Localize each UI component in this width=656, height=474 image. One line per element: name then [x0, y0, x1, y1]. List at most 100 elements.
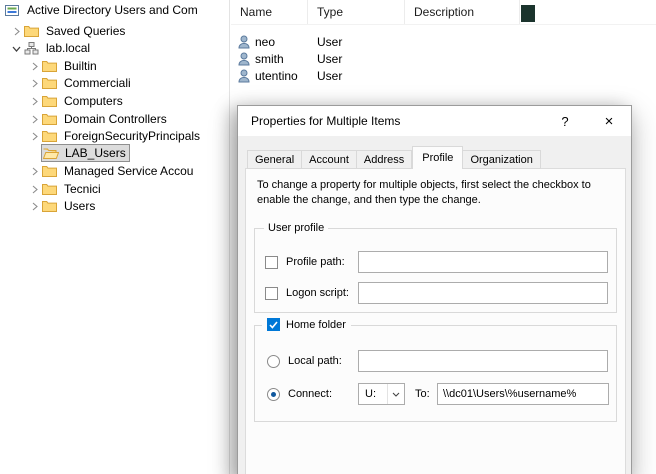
chevron-right-icon[interactable] — [26, 112, 42, 126]
open-folder-icon — [43, 146, 62, 160]
column-header-type[interactable]: Type — [308, 0, 405, 24]
user-profile-group-legend: User profile — [264, 222, 328, 235]
tab-profile[interactable]: Profile — [412, 146, 463, 169]
properties-dialog: Properties for Multiple Items ? × Genera… — [237, 105, 632, 474]
home-folder-label: Home folder — [286, 319, 346, 331]
folder-icon — [42, 164, 61, 178]
tab-general[interactable]: General — [247, 150, 302, 169]
instruction-text-line1: To change a property for multiple object… — [257, 179, 591, 192]
tree-item-computers[interactable]: Computers — [0, 92, 229, 110]
logon-script-checkbox[interactable] — [265, 287, 278, 300]
home-folder-checkbox[interactable] — [267, 318, 280, 331]
chevron-right-icon[interactable] — [26, 164, 42, 178]
user-icon — [238, 52, 250, 66]
close-button[interactable]: × — [587, 106, 631, 136]
instruction-text-line2: enable the change, and then type the cha… — [257, 194, 481, 207]
to-label: To: — [415, 388, 430, 401]
local-path-input[interactable] — [358, 350, 608, 372]
tree-item-saved-queries[interactable]: Saved Queries — [0, 22, 229, 40]
profile-path-input[interactable] — [358, 251, 608, 273]
chevron-right-icon[interactable] — [26, 129, 42, 143]
tree-item-tecnici[interactable]: Tecnici — [0, 180, 229, 198]
tab-address[interactable]: Address — [357, 150, 412, 169]
folder-icon — [42, 182, 61, 196]
drive-letter-dropdown[interactable]: U: — [358, 383, 405, 405]
local-path-label: Local path: — [288, 355, 342, 368]
chevron-right-icon[interactable] — [26, 76, 42, 90]
item-name: utentino — [255, 69, 298, 83]
logon-script-input[interactable] — [358, 282, 608, 304]
tree-root-item[interactable]: Active Directory Users and Com — [0, 1, 229, 19]
chevron-right-icon[interactable] — [26, 182, 42, 196]
directory-root-icon — [5, 3, 24, 17]
tree-item-label: ForeignSecurityPrincipals — [61, 128, 203, 144]
list-item-smith[interactable]: smith User — [231, 50, 656, 67]
home-folder-group — [254, 325, 617, 422]
tree-item-foreign-security-principals[interactable]: ForeignSecurityPrincipals — [0, 127, 229, 145]
tree-item-label: Tecnici — [61, 181, 104, 197]
tree-item-label: Domain Controllers — [61, 111, 170, 127]
user-icon — [238, 35, 250, 49]
folder-icon — [42, 112, 61, 126]
item-name: smith — [255, 52, 284, 66]
tree-item-label: Commerciali — [61, 75, 134, 91]
tree-item-domain-controllers[interactable]: Domain Controllers — [0, 110, 229, 128]
chevron-down-icon[interactable] — [8, 41, 24, 55]
tree-item-builtin[interactable]: Builtin — [0, 57, 229, 75]
local-path-radio[interactable] — [267, 355, 280, 368]
item-type: User — [308, 52, 405, 66]
tree-item-commerciali[interactable]: Commerciali — [0, 74, 229, 92]
tab-strip: General Account Address Profile Organiza… — [247, 146, 541, 169]
tree-item-managed-service-accounts[interactable]: Managed Service Accou — [0, 162, 229, 180]
item-type: User — [308, 35, 405, 49]
background-window-fragment — [521, 5, 535, 22]
tab-organization[interactable]: Organization — [463, 150, 540, 169]
tree-item-lab-local[interactable]: lab.local — [0, 39, 229, 57]
chevron-right-icon[interactable] — [26, 94, 42, 108]
connect-label: Connect: — [288, 388, 332, 401]
console-tree-pane: Active Directory Users and Com Saved Que… — [0, 0, 230, 474]
folder-icon — [24, 24, 43, 38]
titlebar-buttons: ? × — [543, 106, 631, 136]
chevron-right-icon[interactable] — [26, 59, 42, 73]
list-header: Name Type Description — [231, 0, 656, 25]
dropdown-chevron-icon — [387, 384, 404, 404]
column-header-description[interactable]: Description — [405, 0, 520, 24]
tree-item-label: Users — [61, 198, 98, 214]
connect-path-input[interactable] — [437, 383, 609, 405]
list-item-utentino[interactable]: utentino User — [231, 67, 656, 84]
drive-letter-value: U: — [365, 388, 376, 400]
home-folder-legend: Home folder — [262, 318, 351, 331]
logon-script-label: Logon script: — [286, 287, 349, 300]
tab-account[interactable]: Account — [302, 150, 357, 169]
column-header-name[interactable]: Name — [231, 0, 308, 24]
dialog-title: Properties for Multiple Items — [238, 114, 400, 128]
dialog-titlebar[interactable]: Properties for Multiple Items ? × — [238, 106, 631, 136]
chevron-right-icon[interactable] — [8, 24, 24, 38]
folder-icon — [42, 59, 61, 73]
tree-item-users[interactable]: Users — [0, 197, 229, 215]
tree-item-label: lab.local — [43, 40, 93, 56]
profile-path-checkbox[interactable] — [265, 256, 278, 269]
tree-item-label: Saved Queries — [43, 23, 128, 39]
tree-item-lab-users[interactable]: LAB_Users — [0, 144, 229, 162]
help-button[interactable]: ? — [543, 106, 587, 136]
tree-item-label: Managed Service Accou — [61, 163, 196, 179]
tree-item-label: Computers — [61, 93, 126, 109]
item-type: User — [308, 69, 405, 83]
tree-root-label: Active Directory Users and Com — [24, 2, 201, 18]
folder-icon — [42, 76, 61, 90]
domain-icon — [24, 41, 43, 55]
aduc-console-window: Active Directory Users and Com Saved Que… — [0, 0, 656, 474]
check-icon — [269, 321, 278, 329]
chevron-spacer — [26, 146, 42, 160]
object-list-pane: Name Type Description neo User smith Use… — [231, 0, 656, 104]
connect-radio[interactable] — [267, 388, 280, 401]
chevron-right-icon[interactable] — [26, 199, 42, 213]
tree-item-label: LAB_Users — [62, 145, 129, 161]
tree-item-label: Builtin — [61, 58, 100, 74]
user-icon — [238, 69, 250, 83]
selected-tree-item: LAB_Users — [42, 145, 129, 161]
folder-icon — [42, 129, 61, 143]
list-item-neo[interactable]: neo User — [231, 33, 656, 50]
